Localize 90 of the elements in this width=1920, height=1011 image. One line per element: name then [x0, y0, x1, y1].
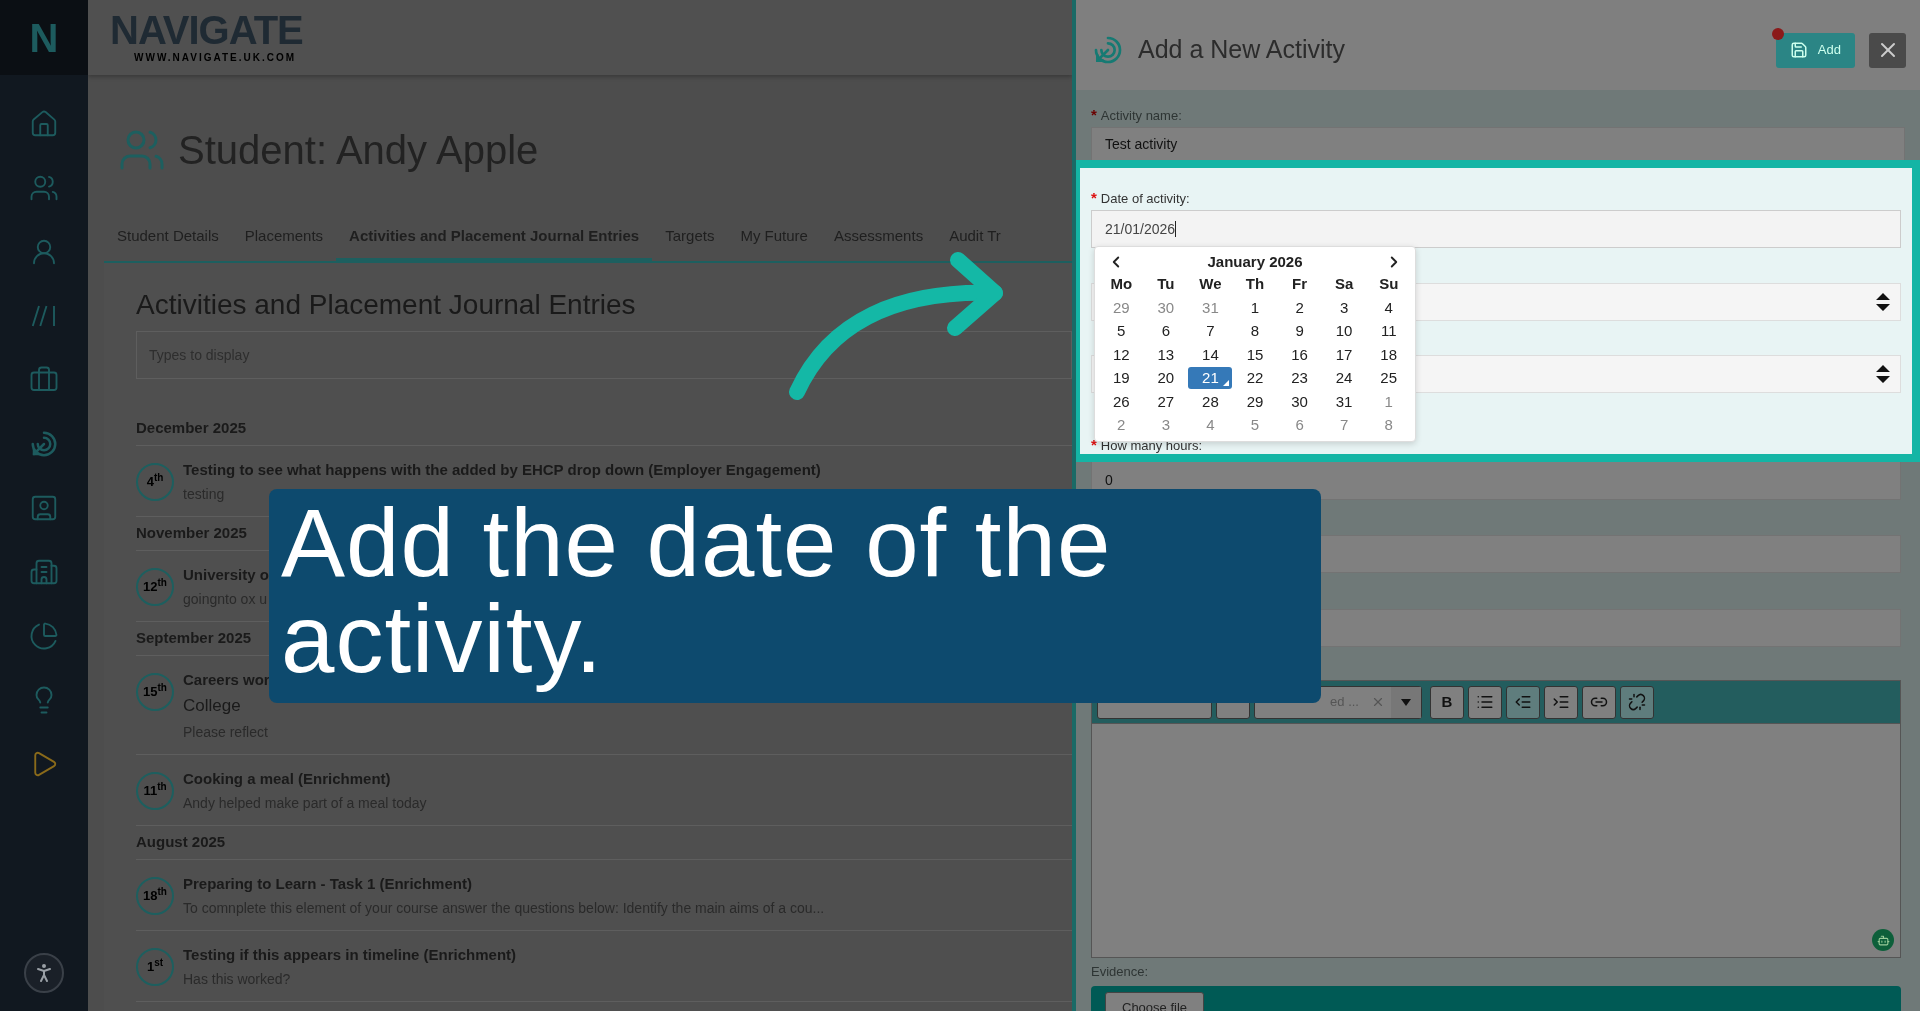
- day-badge: 18$^{th}$: [136, 877, 174, 915]
- weekday-label: Tu: [1157, 274, 1175, 295]
- calendar-day[interactable]: 4: [1192, 414, 1229, 437]
- calendar-day[interactable]: 5: [1237, 414, 1273, 437]
- calendar-day[interactable]: 26: [1103, 390, 1140, 413]
- calendar-day[interactable]: 5: [1103, 320, 1140, 343]
- calendar-day[interactable]: 1: [1237, 296, 1273, 319]
- field-label: * Activity name:: [1091, 107, 1183, 124]
- calendar-day[interactable]: 8: [1370, 414, 1407, 437]
- field-label: * How many hours:: [1091, 437, 1203, 454]
- calendar-day[interactable]: 31: [1192, 296, 1229, 319]
- calendar-day[interactable]: 15: [1237, 343, 1273, 366]
- activity-name-field[interactable]: Test activity: [1091, 127, 1905, 160]
- calendar-day[interactable]: 18: [1370, 343, 1407, 366]
- calendar-day[interactable]: 4: [1370, 296, 1407, 319]
- evidence-label: Evidence:: [1091, 963, 1150, 981]
- close-button[interactable]: [1869, 32, 1906, 68]
- weekday-label: Su: [1379, 274, 1399, 295]
- up-down-icon: [1876, 293, 1890, 311]
- calendar-day[interactable]: 2: [1281, 296, 1318, 319]
- calendar-day[interactable]: 21: [1188, 367, 1233, 390]
- weekday-label: Fr: [1292, 274, 1308, 295]
- calendar-day[interactable]: 7: [1192, 320, 1229, 343]
- calendar-day[interactable]: 19: [1103, 367, 1140, 390]
- calendar-day[interactable]: 12: [1103, 343, 1140, 366]
- calendar-day[interactable]: 6: [1281, 414, 1318, 437]
- day-badge: 1$^{st}$: [136, 948, 174, 986]
- target-icon: [29, 429, 59, 459]
- calendar-day[interactable]: 2: [1103, 414, 1140, 437]
- unlink-icon: [1628, 693, 1646, 711]
- calendar-day[interactable]: 11: [1370, 320, 1407, 343]
- clear-icon[interactable]: [1371, 695, 1385, 709]
- save-icon: [1789, 41, 1808, 59]
- hours-field[interactable]: 0: [1091, 462, 1901, 500]
- calendar-day[interactable]: 9: [1281, 320, 1318, 343]
- link-button[interactable]: [1582, 685, 1616, 719]
- weekday-label: Sa: [1334, 274, 1354, 295]
- up-down-icon: [1876, 365, 1890, 383]
- building-icon[interactable]: [29, 557, 59, 587]
- calendar-day[interactable]: 29: [1237, 390, 1273, 413]
- calendar-day[interactable]: 30: [1147, 296, 1184, 319]
- calendar-day[interactable]: 29: [1103, 296, 1140, 319]
- date-field[interactable]: 21/01/2026: [1091, 210, 1901, 248]
- pie-chart-icon[interactable]: [29, 621, 59, 651]
- bullets-icon: [1476, 693, 1494, 711]
- sidebar-logo[interactable]: N: [29, 17, 59, 58]
- calendar-day[interactable]: 27: [1147, 390, 1184, 413]
- logo-url: WWW.NAVIGATE.UK.COM: [133, 51, 298, 65]
- calendar-day[interactable]: 14: [1192, 343, 1229, 366]
- weekday-label: Th: [1245, 274, 1265, 295]
- calendar-day[interactable]: 28: [1192, 390, 1229, 413]
- calendar-month: January 2026: [1207, 251, 1303, 272]
- calendar-day[interactable]: 10: [1326, 320, 1363, 343]
- calendar-day[interactable]: 16: [1281, 343, 1318, 366]
- calendar-day[interactable]: 17: [1326, 343, 1363, 366]
- day-badge: 11$^{th}$: [136, 772, 174, 810]
- calendar-day[interactable]: 7: [1326, 414, 1363, 437]
- calendar-day[interactable]: 24: [1326, 367, 1363, 390]
- day-badge: 4$^{th}$: [136, 463, 174, 501]
- calendar-day[interactable]: 1: [1370, 390, 1407, 413]
- calendar-day[interactable]: 3: [1147, 414, 1184, 437]
- indent-icon: [1552, 693, 1570, 711]
- choose-file-button[interactable]: Choose file: [1105, 991, 1205, 1011]
- calendar-day[interactable]: 23: [1281, 367, 1318, 390]
- day-badge: 15$^{th}$: [136, 673, 174, 711]
- field-label: * Date of activity:: [1091, 190, 1191, 207]
- bullets-button[interactable]: [1468, 685, 1502, 719]
- add-button[interactable]: Add: [1775, 32, 1855, 68]
- calendar-day[interactable]: 30: [1281, 390, 1318, 413]
- accessibility-button[interactable]: [24, 953, 64, 993]
- calendar-day[interactable]: 6: [1147, 320, 1184, 343]
- calendar-day[interactable]: 25: [1370, 367, 1407, 390]
- panel-title: Add a New Activity: [1138, 34, 1346, 66]
- calendar-day[interactable]: 22: [1237, 367, 1273, 390]
- contact-card-icon[interactable]: [29, 493, 59, 523]
- target-icon: [1092, 34, 1124, 66]
- calendar-day[interactable]: 31: [1326, 390, 1363, 413]
- users-icon[interactable]: [29, 173, 59, 203]
- calendar-day[interactable]: 3: [1326, 296, 1363, 319]
- outdent-icon: [1514, 693, 1532, 711]
- home-icon[interactable]: [29, 109, 59, 139]
- bold-button[interactable]: B: [1430, 685, 1464, 719]
- calendar-day[interactable]: 13: [1147, 343, 1184, 366]
- weekday-label: We: [1199, 274, 1222, 295]
- assistant-icon: [1872, 929, 1894, 951]
- calendar-day[interactable]: 20: [1147, 367, 1184, 390]
- indent-button[interactable]: [1544, 685, 1578, 719]
- calendar-day[interactable]: 8: [1237, 320, 1273, 343]
- day-badge: 12$^{th}$: [136, 568, 174, 606]
- weekday-label: Mo: [1110, 274, 1133, 295]
